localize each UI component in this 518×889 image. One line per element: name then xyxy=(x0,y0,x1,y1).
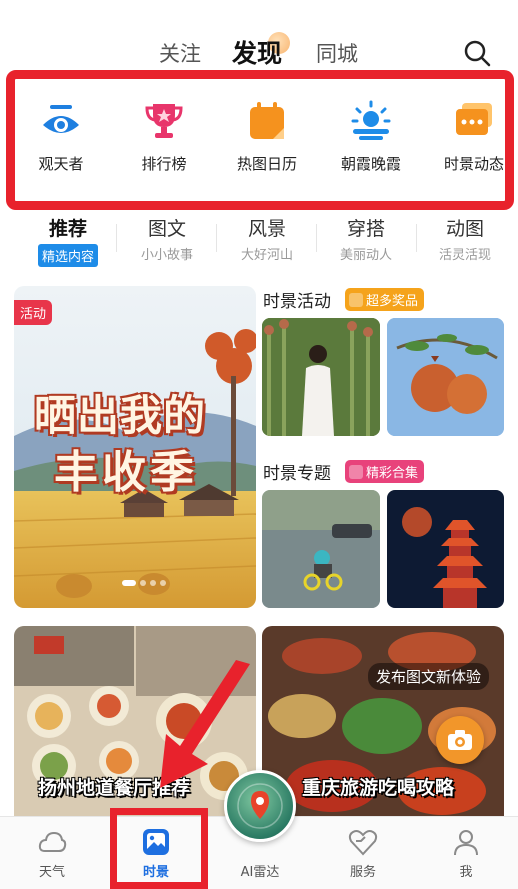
chat-cards-icon xyxy=(456,103,492,135)
nav-me[interactable]: 我 xyxy=(426,827,506,880)
publish-hint-bubble: 发布图文新体验 xyxy=(368,663,490,690)
nav-services[interactable]: 服务 xyxy=(323,827,403,880)
person-icon xyxy=(454,830,478,856)
category-scenery[interactable]: 风景 大好河山 xyxy=(217,214,317,263)
category-subtitle: 美丽动人 xyxy=(339,248,392,263)
nav-label: AI雷达 xyxy=(240,865,280,880)
category-title: 动图 xyxy=(445,218,484,240)
publish-camera-button[interactable] xyxy=(436,716,484,764)
quick-entry-label: 热图日历 xyxy=(236,155,297,173)
camera-icon xyxy=(448,730,472,750)
category-subtitle: 小小故事 xyxy=(140,248,193,263)
category-tab-bar: 推荐 精选内容 图文 小小故事 风景 大好河山 穿搭 美丽动人 动图 活灵活现 xyxy=(0,214,518,267)
nav-weather[interactable]: 天气 xyxy=(12,827,92,880)
feed-card-caption: 重庆旅游吃喝攻略 xyxy=(302,777,455,799)
category-outfits[interactable]: 穿搭 美丽动人 xyxy=(316,214,416,263)
activity-thumb-pomegranate[interactable] xyxy=(387,318,504,436)
quick-entry-scene-updates[interactable]: 时景动态 xyxy=(424,99,518,174)
quick-entry-label: 朝霞晚霞 xyxy=(340,155,401,173)
section-title-topic[interactable]: 时景专题 xyxy=(263,459,331,484)
quick-entry-label: 观天者 xyxy=(38,155,84,173)
harvest-activity-banner[interactable]: 活动 晒出我的 丰收季 xyxy=(14,286,256,608)
nav-label: 天气 xyxy=(38,865,65,880)
service-icon xyxy=(348,830,378,856)
banner-subheadline: 丰收季 xyxy=(54,447,198,498)
woman-in-field-image xyxy=(262,318,380,436)
search-icon[interactable] xyxy=(463,39,491,67)
category-subtitle: 大好河山 xyxy=(240,248,293,263)
banner-headline: 晒出我的 xyxy=(34,391,207,440)
prize-tag: 超多奖品 xyxy=(345,288,425,311)
eye-icon xyxy=(43,105,79,133)
tab-discover[interactable]: 发现 xyxy=(232,34,282,70)
quick-entry-sunrise-sunset[interactable]: 朝霞晚霞 xyxy=(321,99,421,174)
trophy-icon xyxy=(145,104,183,138)
ai-radar-button[interactable] xyxy=(224,770,296,842)
section-title-activity[interactable]: 时景活动 xyxy=(263,287,331,312)
category-title: 穿搭 xyxy=(346,218,385,240)
quick-entry-label: 排行榜 xyxy=(141,155,187,173)
pomegranate-image xyxy=(387,318,504,436)
annotation-arrow-icon xyxy=(160,660,250,788)
carousel-dot-active xyxy=(122,580,136,586)
carousel-indicator xyxy=(122,580,166,586)
category-title: 图文 xyxy=(147,218,186,240)
radar-icon xyxy=(237,783,283,829)
activity-badge: 活动 xyxy=(14,300,53,325)
grid-icon xyxy=(349,464,363,479)
prize-tag-label: 超多奖品 xyxy=(366,294,419,309)
quick-entry-label: 时景动态 xyxy=(443,155,504,173)
category-subtitle: 活灵活现 xyxy=(438,248,491,263)
tab-city[interactable]: 同城 xyxy=(316,38,358,68)
category-recommended[interactable]: 推荐 精选内容 xyxy=(18,214,118,267)
quick-entry-heat-calendar[interactable]: 热图日历 xyxy=(217,99,317,174)
category-title: 推荐 xyxy=(48,218,87,240)
carousel-dot xyxy=(140,580,146,586)
topic-thumb-flood[interactable] xyxy=(262,490,380,608)
flooded-street-image xyxy=(262,490,380,608)
carousel-dot xyxy=(160,580,166,586)
category-animated[interactable]: 动图 活灵活现 xyxy=(415,214,515,263)
category-picture-text[interactable]: 图文 小小故事 xyxy=(117,214,217,263)
nav-label: 我 xyxy=(459,865,473,880)
quick-entry-bar: 观天者 排行榜 热图日历 朝霞晚霞 时景动态 xyxy=(6,70,514,210)
category-title: 风景 xyxy=(247,218,286,240)
nav-highlight-box xyxy=(110,808,208,889)
cloud-icon xyxy=(38,831,67,852)
activity-thumb-woman-field[interactable] xyxy=(262,318,380,436)
sunrise-icon xyxy=(351,100,391,140)
nav-label: 服务 xyxy=(349,865,376,880)
tab-follow[interactable]: 关注 xyxy=(159,38,201,68)
carousel-dot xyxy=(150,580,156,586)
quick-entry-observer[interactable]: 观天者 xyxy=(11,99,111,174)
gift-icon xyxy=(349,292,363,307)
topic-thumb-blood-moon[interactable] xyxy=(387,490,504,608)
blood-moon-pagoda-image xyxy=(387,490,504,608)
category-subtitle: 精选内容 xyxy=(37,244,98,267)
collection-tag-label: 精彩合集 xyxy=(366,466,419,481)
quick-entry-ranking[interactable]: 排行榜 xyxy=(114,99,214,174)
calendar-icon xyxy=(250,102,284,139)
top-tab-bar: 关注 发现 同城 xyxy=(0,30,518,74)
collection-tag: 精彩合集 xyxy=(345,460,425,483)
